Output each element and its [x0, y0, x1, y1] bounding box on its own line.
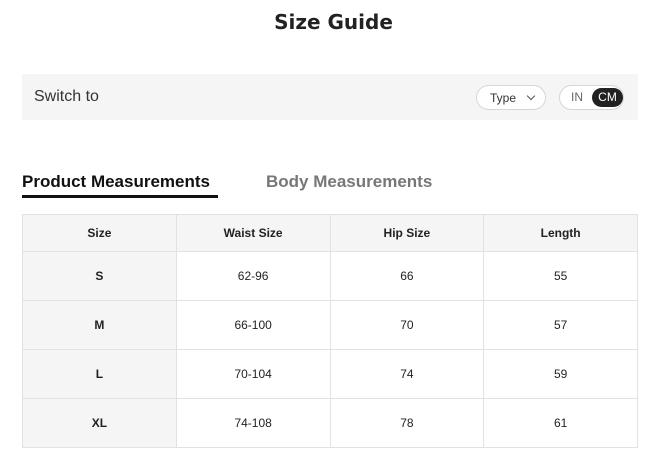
table-row: S 62-96 66 55 [22, 251, 638, 301]
unit-in-option[interactable]: IN [563, 88, 591, 107]
size-cell: S [22, 251, 177, 301]
table-row: XL 74-108 78 61 [22, 398, 638, 448]
tab-product-measurements[interactable]: Product Measurements [22, 172, 210, 192]
switch-label: Switch to [34, 88, 99, 105]
type-dropdown-value: Type [490, 90, 517, 105]
waist-cell: 70-104 [175, 349, 331, 399]
size-cell: M [22, 300, 177, 350]
column-header-hip: Hip Size [329, 214, 485, 252]
column-header-waist: Waist Size [175, 214, 331, 252]
unit-cm-option[interactable]: CM [592, 88, 623, 107]
hip-cell: 66 [329, 251, 485, 301]
type-dropdown[interactable]: Type [476, 85, 546, 110]
waist-cell: 66-100 [175, 300, 331, 350]
unit-switch-bar: Switch to Type IN CM [22, 74, 638, 120]
length-cell: 59 [483, 349, 638, 399]
length-cell: 57 [483, 300, 638, 350]
hip-cell: 78 [329, 398, 485, 448]
table-row: L 70-104 74 59 [22, 349, 638, 399]
waist-cell: 62-96 [175, 251, 331, 301]
tab-body-measurements[interactable]: Body Measurements [266, 172, 432, 192]
size-table: Size Waist Size Hip Size Length S 62-96 … [22, 214, 638, 448]
waist-cell: 74-108 [175, 398, 331, 448]
table-header-row: Size Waist Size Hip Size Length [22, 214, 638, 252]
hip-cell: 74 [329, 349, 485, 399]
size-cell: L [22, 349, 177, 399]
length-cell: 61 [483, 398, 638, 448]
table-row: M 66-100 70 57 [22, 300, 638, 350]
size-cell: XL [22, 398, 177, 448]
page-title: Size Guide [274, 10, 393, 34]
active-tab-indicator [22, 195, 218, 198]
column-header-size: Size [22, 214, 177, 252]
length-cell: 55 [483, 251, 638, 301]
column-header-length: Length [483, 214, 638, 252]
chevron-down-icon [526, 91, 536, 101]
hip-cell: 70 [329, 300, 485, 350]
unit-toggle[interactable]: IN CM [559, 85, 624, 110]
